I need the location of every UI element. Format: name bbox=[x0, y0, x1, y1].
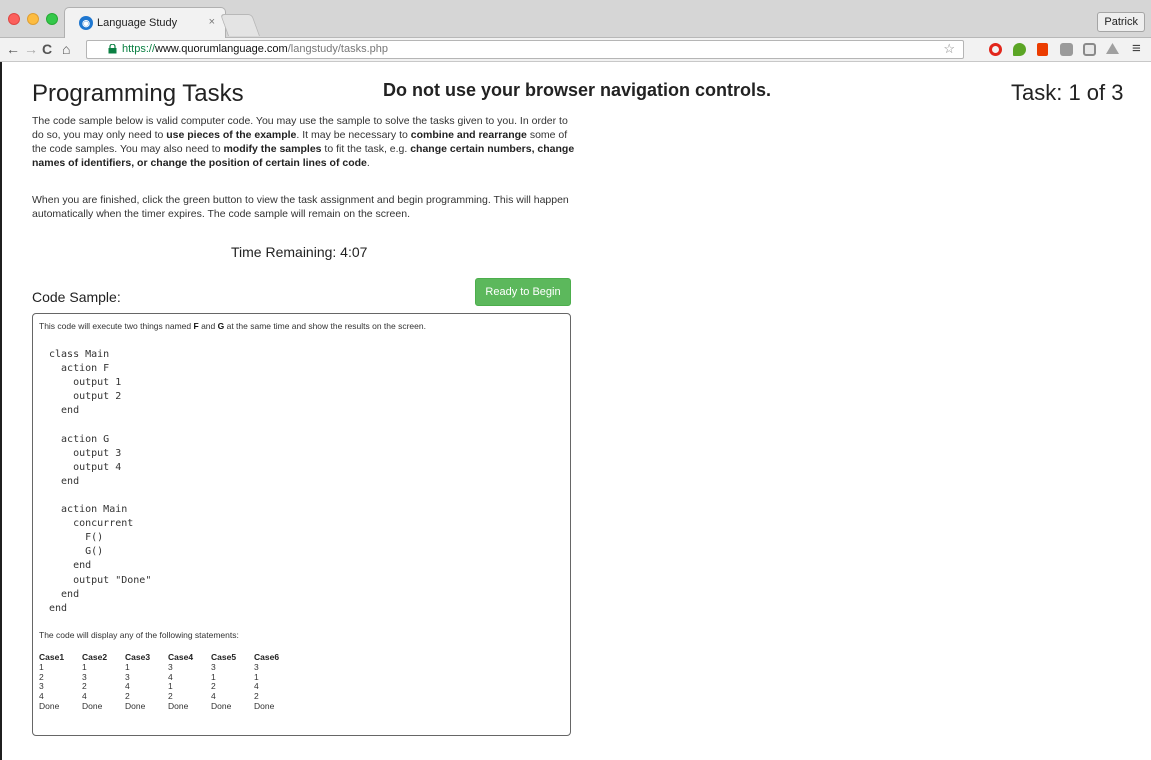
case-cell: 2 bbox=[39, 671, 44, 682]
back-arrow-icon[interactable]: ← bbox=[6, 41, 20, 58]
case-cell: 4 bbox=[254, 681, 259, 692]
extension-icon[interactable] bbox=[1060, 43, 1073, 56]
url-scheme: https:// bbox=[122, 43, 156, 55]
case-header: Case1 bbox=[39, 651, 65, 662]
url-path: /langstudy/tasks.php bbox=[287, 43, 389, 55]
office-icon[interactable] bbox=[1037, 43, 1048, 56]
window-edge bbox=[0, 62, 2, 760]
case-header: Case3 bbox=[125, 651, 151, 662]
case-cell: 2 bbox=[82, 681, 87, 692]
table-row: Done Done Done Done Done Done bbox=[39, 700, 297, 712]
case-header: Case6 bbox=[254, 651, 280, 662]
menu-icon[interactable]: ≡ bbox=[1132, 40, 1141, 57]
case-cell: 1 bbox=[168, 681, 173, 692]
url-text: https://www.quorumlanguage.com/langstudy… bbox=[122, 41, 388, 58]
opera-icon[interactable] bbox=[989, 43, 1002, 56]
code-block: class Main action F output 1 output 2 en… bbox=[49, 349, 152, 614]
case-header: Case2 bbox=[82, 651, 108, 662]
lock-icon bbox=[108, 44, 117, 54]
browser-toolbar: ← → C ⌂ https://www.quorumlanguage.com/l… bbox=[0, 38, 1151, 62]
ready-to-begin-button[interactable]: Ready to Begin bbox=[475, 278, 571, 306]
browser-tab[interactable]: ◉ Language Study × bbox=[64, 7, 226, 39]
code-sample-heading: Code Sample: bbox=[32, 289, 121, 305]
profile-button[interactable]: Patrick bbox=[1097, 12, 1145, 32]
case-cell: 1 bbox=[125, 662, 130, 672]
case-cell: 1 bbox=[254, 671, 259, 682]
tab-close-icon[interactable]: × bbox=[209, 16, 215, 28]
case-cell: Done bbox=[254, 700, 275, 711]
star-icon[interactable]: ☆ bbox=[943, 40, 955, 57]
time-remaining: Time Remaining: 4:07 bbox=[231, 244, 368, 260]
task-counter: Task: 1 of 3 bbox=[1011, 80, 1124, 105]
case-cell: 3 bbox=[168, 662, 173, 672]
outputs-description: The code will display any of the followi… bbox=[39, 630, 239, 640]
output-cases-table: Case1 Case2 Case3 Case4 Case5 Case6 1 1 … bbox=[39, 650, 297, 712]
case-cell: 1 bbox=[211, 671, 216, 682]
quorum-favicon-icon: ◉ bbox=[79, 16, 93, 30]
case-cell: 3 bbox=[211, 662, 216, 672]
minimize-window-button[interactable] bbox=[27, 13, 39, 25]
home-icon[interactable]: ⌂ bbox=[62, 41, 70, 58]
case-cell: 1 bbox=[82, 662, 87, 672]
case-header: Case4 bbox=[168, 651, 194, 662]
new-tab-button[interactable] bbox=[219, 14, 261, 36]
address-bar[interactable]: https://www.quorumlanguage.com/langstudy… bbox=[86, 40, 964, 59]
case-cell: 1 bbox=[39, 662, 44, 672]
case-cell: Done bbox=[82, 700, 103, 711]
navigation-warning: Do not use your browser navigation contr… bbox=[383, 80, 772, 100]
forward-arrow-icon[interactable]: → bbox=[24, 41, 38, 58]
case-cell: 2 bbox=[211, 681, 216, 692]
code-sample-panel: This code will execute two things named … bbox=[32, 313, 571, 736]
url-host: www.quorumlanguage.com bbox=[155, 43, 288, 55]
case-cell: Done bbox=[125, 700, 146, 711]
case-header: Case5 bbox=[211, 651, 237, 662]
case-cell: 4 bbox=[125, 681, 130, 692]
tab-title: Language Study bbox=[97, 17, 178, 29]
instructions-paragraph-2: When you are finished, click the green b… bbox=[32, 194, 569, 220]
browser-tabstrip: ◉ Language Study × Patrick bbox=[0, 0, 1151, 39]
case-cell: 3 bbox=[82, 671, 87, 682]
drive-icon[interactable] bbox=[1106, 43, 1119, 55]
reload-icon[interactable]: C bbox=[42, 41, 52, 58]
case-cell: 3 bbox=[125, 671, 130, 682]
extension-icon[interactable] bbox=[1083, 43, 1096, 56]
code-description: This code will execute two things named … bbox=[39, 321, 426, 331]
evernote-icon[interactable] bbox=[1013, 43, 1026, 56]
case-cell: Done bbox=[39, 700, 60, 711]
case-cell: 3 bbox=[39, 681, 44, 692]
case-cell: Done bbox=[168, 700, 189, 711]
case-cell: 4 bbox=[168, 671, 173, 682]
close-window-button[interactable] bbox=[8, 13, 20, 25]
case-cell: 3 bbox=[254, 662, 259, 672]
page-title: Programming Tasks bbox=[32, 80, 244, 107]
instructions-paragraph: The code sample below is valid computer … bbox=[32, 115, 575, 169]
zoom-window-button[interactable] bbox=[46, 13, 58, 25]
case-cell: Done bbox=[211, 700, 232, 711]
